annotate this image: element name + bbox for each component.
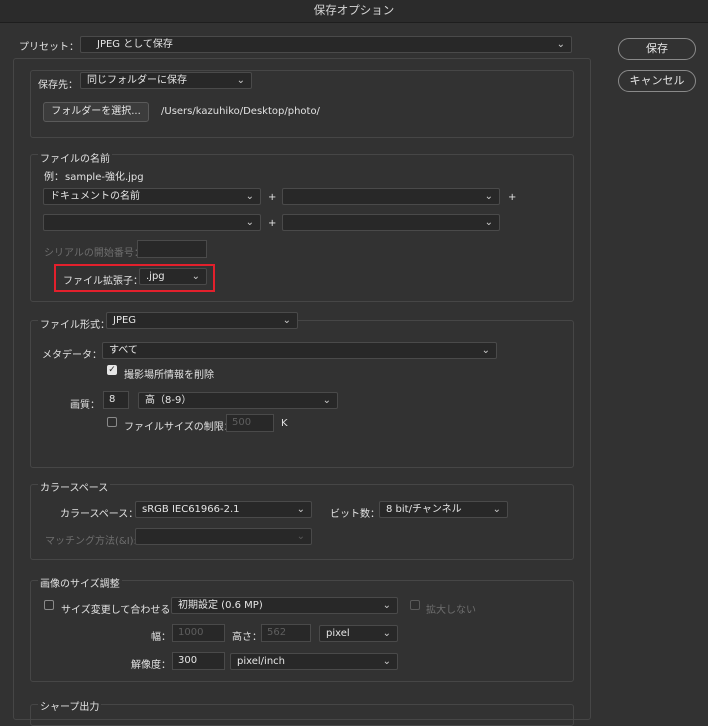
limit-size-checkbox[interactable]: [107, 417, 117, 427]
size-unit-value: pixel: [326, 628, 350, 639]
filename-example-value: sample-強化.jpg: [65, 172, 144, 183]
window-titlebar: 保存オプション: [0, 0, 708, 23]
quality-preset-value: 高（8-9）: [145, 395, 192, 406]
save-button[interactable]: 保存: [618, 38, 696, 60]
chevron-down-icon: ⌄: [245, 217, 254, 228]
filename-field-2-select[interactable]: ⌄: [282, 188, 500, 205]
cancel-button[interactable]: キャンセル: [618, 70, 696, 92]
colorspace-section: [30, 484, 574, 560]
size-unit-select[interactable]: pixel ⌄: [319, 625, 398, 642]
resolution-unit-value: pixel/inch: [237, 656, 285, 667]
chevron-down-icon: ⌄: [322, 395, 331, 406]
chevron-down-icon: ⌄: [556, 39, 565, 50]
remove-location-checkbox[interactable]: ✓: [107, 365, 117, 375]
bit-depth-label: ビット数：: [330, 509, 380, 520]
choose-folder-button[interactable]: フォルダーを選択...: [43, 102, 149, 122]
window-title: 保存オプション: [313, 3, 395, 17]
colorspace-section-title: カラースペース: [38, 479, 111, 494]
metadata-select-value: すべて: [109, 345, 138, 356]
chevron-down-icon: ⌄: [296, 504, 305, 515]
limit-size-unit: K: [281, 418, 288, 429]
quality-label: 画質：: [70, 400, 100, 411]
format-select-value: JPEG: [113, 315, 137, 326]
height-input[interactable]: 562: [261, 624, 311, 642]
chevron-down-icon: ⌄: [484, 217, 493, 228]
bit-depth-select-value: 8 bit/チャンネル: [386, 504, 462, 515]
chevron-down-icon: ⌄: [492, 504, 501, 515]
destination-select[interactable]: 同じフォルダーに保存 ⌄: [80, 72, 252, 89]
chevron-down-icon: ⌄: [484, 191, 493, 202]
chevron-down-icon: ⌄: [382, 656, 391, 667]
chevron-down-icon: ⌄: [245, 191, 254, 202]
serial-start-label: シリアルの開始番号：: [44, 248, 144, 259]
plus-sign: +: [268, 192, 277, 203]
resize-fit-value: 初期設定 (0.6 MP): [178, 600, 263, 611]
resolution-label: 解像度：: [131, 660, 171, 671]
limit-size-input[interactable]: 500: [226, 414, 274, 432]
preset-label: プリセット：: [19, 42, 79, 53]
filename-example-label: 例：: [44, 172, 64, 183]
height-label: 高さ：: [232, 632, 262, 643]
matching-method-label: マッチング方法(&I):: [45, 536, 137, 547]
colorspace-select[interactable]: sRGB IEC61966-2.1 ⌄: [135, 501, 312, 518]
sharpen-section: [30, 704, 574, 726]
resize-fit-checkbox[interactable]: [44, 600, 54, 610]
resize-fit-select[interactable]: 初期設定 (0.6 MP) ⌄: [171, 597, 398, 614]
preset-select-value: JPEG として保存: [97, 39, 173, 50]
chevron-down-icon: ⌄: [296, 531, 305, 542]
chevron-down-icon: ⌄: [382, 600, 391, 611]
plus-sign: +: [508, 192, 517, 203]
no-enlarge-checkbox[interactable]: [410, 600, 420, 610]
resize-section-title: 画像のサイズ調整: [38, 575, 122, 590]
destination-path: /Users/kazuhiko/Desktop/photo/: [161, 106, 320, 117]
resolution-unit-select[interactable]: pixel/inch ⌄: [230, 653, 398, 670]
format-select[interactable]: JPEG ⌄: [106, 312, 298, 329]
no-enlarge-label: 拡大しない: [426, 605, 476, 616]
extension-select-value: .jpg: [146, 271, 165, 282]
filename-field-4-select[interactable]: ⌄: [282, 214, 500, 231]
width-input[interactable]: 1000: [172, 624, 225, 642]
filename-field-1-select[interactable]: ドキュメントの名前 ⌄: [43, 188, 261, 205]
serial-start-input[interactable]: [137, 240, 207, 258]
filename-field-3-select[interactable]: ⌄: [43, 214, 261, 231]
chevron-down-icon: ⌄: [481, 345, 490, 356]
format-label: ファイル形式：: [38, 316, 112, 331]
chevron-down-icon: ⌄: [382, 628, 391, 639]
chevron-down-icon: ⌄: [282, 315, 291, 326]
filename-field-1-value: ドキュメントの名前: [50, 191, 140, 202]
preset-select[interactable]: JPEG として保存 ⌄: [80, 36, 572, 53]
metadata-select[interactable]: すべて ⌄: [102, 342, 497, 359]
quality-input[interactable]: 8: [103, 391, 129, 409]
checkmark-icon: ✓: [108, 365, 116, 375]
bit-depth-select[interactable]: 8 bit/チャンネル ⌄: [379, 501, 508, 518]
plus-sign: +: [268, 218, 277, 229]
resolution-input[interactable]: 300: [172, 652, 225, 670]
colorspace-label: カラースペース：: [60, 509, 139, 520]
sharpen-section-title: シャープ出力: [38, 698, 102, 713]
width-label: 幅：: [151, 632, 171, 643]
extension-label: ファイル拡張子：: [63, 276, 143, 287]
matching-method-select[interactable]: ⌄: [135, 528, 312, 545]
limit-size-label: ファイルサイズの制限：: [124, 422, 234, 433]
chevron-down-icon: ⌄: [191, 271, 200, 282]
filename-section-title: ファイルの名前: [38, 150, 112, 165]
remove-location-label: 撮影場所情報を削除: [124, 370, 214, 381]
resize-fit-label: サイズ変更して合わせる：: [61, 605, 181, 616]
chevron-down-icon: ⌄: [236, 75, 245, 86]
extension-select[interactable]: .jpg ⌄: [139, 268, 207, 285]
destination-label: 保存先：: [38, 80, 78, 91]
colorspace-select-value: sRGB IEC61966-2.1: [142, 504, 240, 515]
quality-preset-select[interactable]: 高（8-9） ⌄: [138, 392, 338, 409]
destination-select-value: 同じフォルダーに保存: [87, 75, 187, 86]
metadata-label: メタデータ：: [42, 350, 102, 361]
